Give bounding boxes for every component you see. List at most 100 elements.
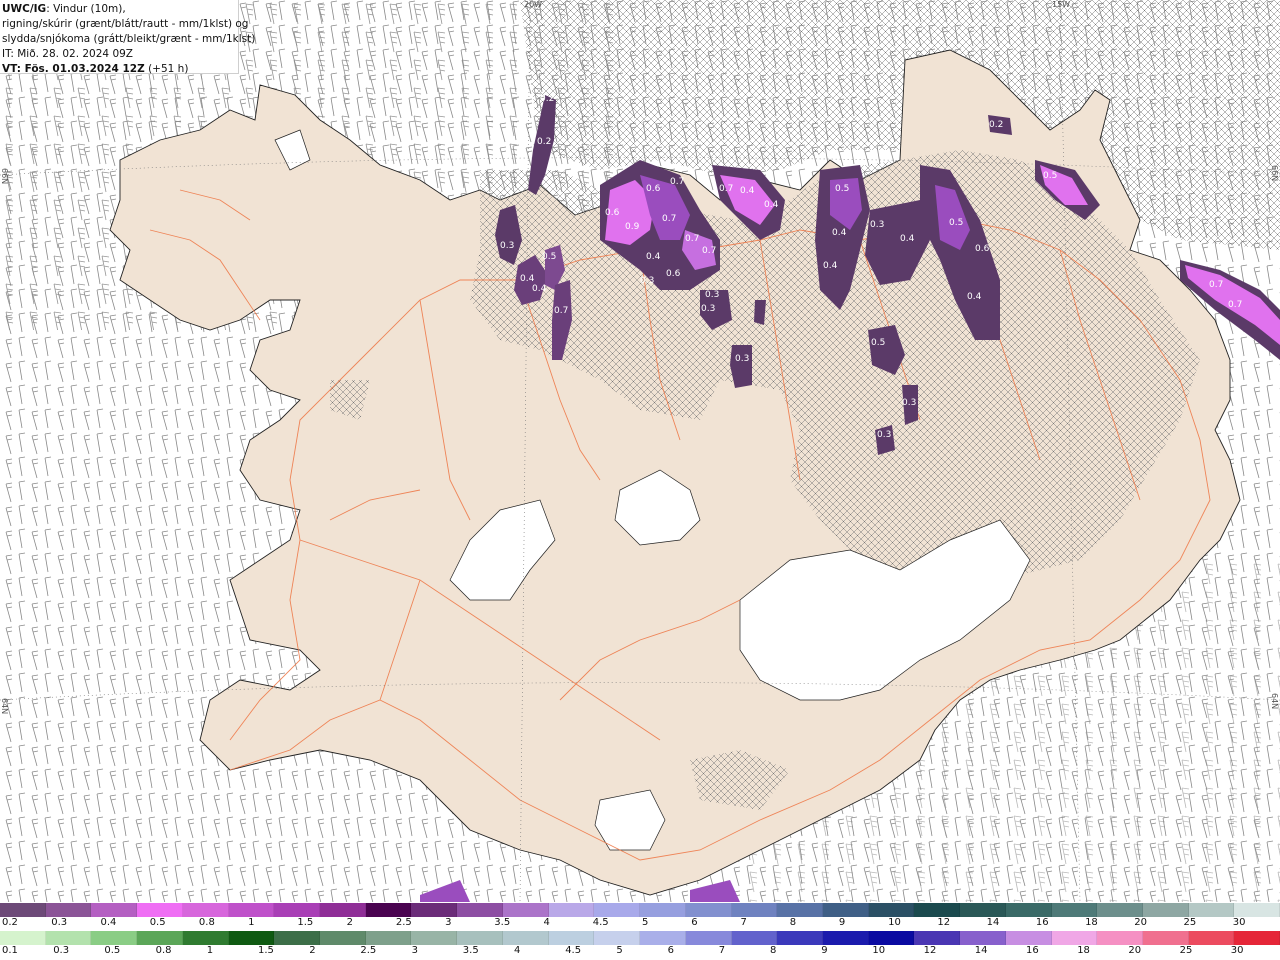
rain-legend-label: 8: [770, 945, 777, 956]
rain-legend-swatch: [91, 931, 138, 945]
snow-legend-label: 25: [1183, 917, 1197, 928]
rain-legend-label: 1: [206, 945, 214, 956]
snow-legend-swatch: [640, 903, 686, 917]
snow-legend-label: 5: [642, 917, 649, 928]
lat-label-64n-left: 64N: [0, 698, 9, 715]
rain-legend-label: 0.3: [53, 945, 70, 956]
rain-legend-labels: 0.1 0.3 0.5 0.8 1 1.5 2 2.5 3 3.5 4 4.5 5 6 7 8 9 10 12 14 1…: [0, 945, 1280, 959]
rain-color-legend: [0, 931, 1280, 945]
snow-legend-swatch: [502, 903, 549, 917]
snow-legend-swatch: [960, 903, 1006, 917]
rain-legend-swatch: [182, 931, 229, 945]
model-name: UWC/IG: [2, 3, 47, 15]
rain-legend-swatch: [365, 931, 412, 945]
precip-value-label: 0.7: [719, 184, 734, 194]
issue-time: IT: Mið. 28. 02. 2024 09Z: [2, 48, 133, 60]
rain-legend-swatch: [731, 931, 778, 945]
precip-value-label: 0.4: [764, 200, 779, 210]
snow-legend-swatch: [137, 903, 183, 917]
rain-legend-swatch: [777, 931, 823, 945]
rain-legend-swatch: [960, 931, 1006, 945]
snow-legend-swatch: [365, 903, 412, 917]
rain-legend-label: 30: [1230, 945, 1244, 956]
rain-legend-swatch: [822, 931, 869, 945]
precip-value-label: 0.3: [640, 276, 655, 286]
snow-color-legend: [0, 903, 1280, 917]
snow-legend-label: 6: [691, 917, 698, 928]
lon-label-20w: 20W: [524, 0, 543, 9]
valid-lead: (+51 h): [144, 63, 189, 75]
glacier-myrdalsjokull: [594, 789, 666, 851]
rain-legend-label: 4.5: [565, 945, 582, 956]
precip-value-label: 0.7: [670, 177, 685, 187]
precip-value-label: 0.4: [823, 261, 838, 271]
snow-legend-swatch: [594, 903, 641, 917]
precip-value-label: 0.7: [685, 234, 700, 244]
precip-value-label: 0.3: [705, 290, 720, 300]
precip-value-label: 0.4: [520, 274, 535, 284]
snow-legend-label: 4: [543, 917, 550, 928]
snow-legend-label: 2.5: [395, 917, 412, 928]
rain-legend-swatch: [1234, 931, 1280, 945]
rain-legend-label: 0.8: [155, 945, 172, 956]
rain-legend-label: 20: [1128, 945, 1142, 956]
snow-legend-label: 12: [937, 917, 951, 928]
rain-legend-label: 3: [411, 945, 418, 956]
snow-legend-swatch: [685, 903, 732, 917]
snow-legend-swatch: [1051, 903, 1098, 917]
precip-value-label: 0.7: [662, 214, 677, 224]
precip-value-label: 0.6: [646, 184, 661, 194]
snow-legend-swatch: [320, 903, 366, 917]
rain-legend-swatch: [914, 931, 961, 945]
rain-legend-swatch: [137, 931, 183, 945]
rain-legend-swatch: [640, 931, 686, 945]
snow-legend-swatch: [45, 903, 92, 917]
snow-legend-label: 4.5: [592, 917, 609, 928]
rain-legend-swatch: [1097, 931, 1143, 945]
precip-value-label: 0.7: [1209, 280, 1224, 290]
precip-value-label: 0.5: [542, 252, 557, 262]
lon-label-15w: 15W: [1052, 0, 1071, 9]
valid-time: VT: Fös. 01.03.2024 12Z: [2, 63, 145, 75]
snow-legend-label: 1: [248, 917, 255, 928]
precip-value-label: 0.7: [1228, 300, 1243, 310]
snow-legend-label: 9: [838, 917, 846, 928]
lat-label-66n-left: 66N: [0, 168, 9, 185]
snow-legend-swatch: [822, 903, 869, 917]
rain-legend-label: 25: [1179, 945, 1193, 956]
snow-legend-label: 18: [1085, 917, 1098, 928]
precip-value-label: 0.6: [666, 269, 681, 279]
forecast-info-box: UWC/IG: Vindur (10m), rigning/skúrir (gr…: [0, 0, 255, 75]
rain-legend-swatch: [685, 931, 732, 945]
snow-legend-label: 0.5: [149, 917, 166, 928]
rain-legend-label: 0.5: [104, 945, 121, 956]
rain-legend-label: 14: [974, 945, 988, 956]
precip-value-label: 0.6: [975, 244, 990, 254]
snow-legend-swatch: [1005, 903, 1052, 917]
precip-value-label: 0.3: [500, 241, 515, 251]
header-line2: rigning/skúrir (grænt/blátt/rautt - mm/1…: [2, 18, 249, 30]
snow-legend-label: 10: [888, 917, 901, 928]
rain-legend-label: 6: [667, 945, 674, 956]
precip-value-label: 0.7: [702, 246, 717, 256]
precip-value-label: 0.4: [900, 234, 915, 244]
snow-legend-swatch: [868, 903, 915, 917]
rain-legend-label: 16: [1026, 945, 1039, 956]
precip-value-label: 0.3: [902, 398, 917, 408]
precip-value-label: 0.5: [1043, 171, 1058, 181]
snow-legend-swatch: [0, 903, 46, 917]
snow-legend-swatch: [548, 903, 595, 917]
rain-legend-swatch: [1005, 931, 1052, 945]
lat-label-64n-right: 64N: [1270, 693, 1279, 710]
rain-legend-swatch: [1142, 931, 1189, 945]
snow-legend-labels: 0.2 0.3 0.4 0.5 0.8 1 1.5 2 2.5 3 3.5 4 4.5 5 6 7 8 9 10 12…: [0, 917, 1280, 931]
lat-label-66n-right: 66N: [1270, 165, 1279, 182]
rain-legend-swatch: [45, 931, 92, 945]
precip-value-label: 0.7: [554, 306, 569, 316]
snow-legend-swatch: [777, 903, 823, 917]
rain-legend-label: 3.5: [462, 945, 479, 956]
rain-legend-swatch: [411, 931, 458, 945]
rain-legend-label: 2: [309, 945, 316, 956]
rain-legend-swatch: [502, 931, 549, 945]
rain-legend-label: 5: [616, 945, 623, 956]
